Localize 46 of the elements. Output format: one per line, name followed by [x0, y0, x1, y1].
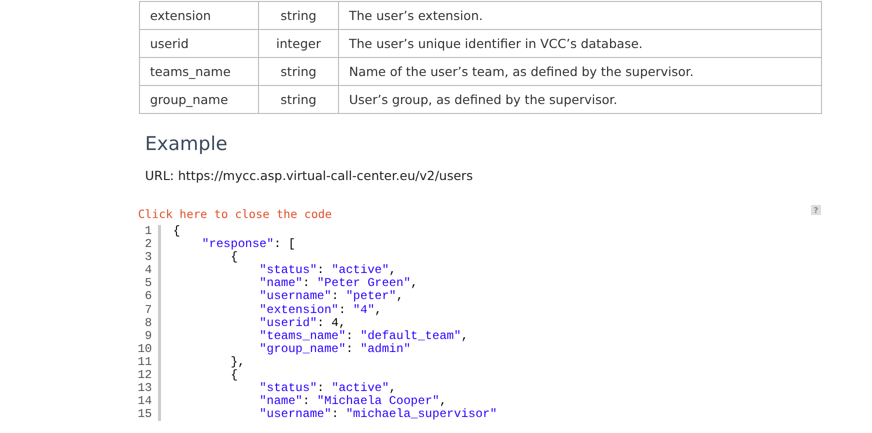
table-cell: extension — [140, 2, 258, 30]
code-line: { — [173, 225, 182, 238]
code-line: "teams_name": "default_team", — [258, 330, 470, 343]
code-line: "name": "Peter Green", — [258, 277, 419, 290]
table-cell: Name of the user’s team, as defined by the supervisor. — [338, 58, 822, 86]
line-number: 4 — [144, 264, 152, 278]
table-cell: userid — [140, 30, 258, 58]
table-cell: User’s group, as defined by the supervisor. — [338, 86, 822, 114]
line-number: 10 — [136, 342, 152, 356]
code-line: "userid": 4, — [258, 316, 347, 330]
table-cell: group_name — [140, 86, 258, 114]
code-line: { — [230, 251, 239, 264]
code-line: "status": "active", — [258, 382, 396, 396]
code-line: "username": "peter", — [258, 290, 404, 304]
code-line: { — [230, 369, 239, 382]
line-number: 15 — [136, 408, 152, 422]
line-number: 14 — [136, 395, 152, 408]
table-cell: string — [258, 58, 338, 86]
table-cell: The user’s extension. — [338, 2, 822, 30]
code-line: "response": [ — [200, 238, 296, 252]
line-number: 5 — [144, 277, 152, 290]
line-number: 13 — [136, 382, 152, 396]
line-number: 7 — [144, 304, 152, 317]
line-number: 11 — [136, 356, 152, 370]
line-number: 9 — [144, 330, 152, 343]
code-line: "name": "Michaela Cooper", — [258, 395, 447, 408]
table-cell: string — [258, 86, 338, 114]
line-number: 6 — [144, 290, 152, 304]
table-cell: integer — [258, 30, 338, 58]
code-line: "group_name": "admin" — [258, 342, 412, 356]
table-cell: The user’s unique identifier in VCC’s database. — [338, 30, 822, 58]
close-code-link[interactable]: Click here to close the code — [138, 207, 332, 221]
line-number: 8 — [144, 316, 152, 330]
line-number: 12 — [136, 369, 152, 382]
section-heading: Example — [145, 132, 228, 156]
url-text: URL: https://mycc.asp.virtual-call-center.eu/v2/users — [145, 167, 474, 185]
table-cell: teams_name — [140, 58, 258, 86]
help-button[interactable]: ? — [811, 205, 821, 215]
line-number: 2 — [144, 238, 152, 252]
line-number: 1 — [144, 225, 152, 238]
line-number: 3 — [144, 251, 152, 264]
code-line: "username": "michaela_supervisor" — [258, 408, 498, 422]
code-line: "extension": "4", — [258, 304, 383, 317]
table-cell: string — [258, 2, 338, 30]
code-line: "status": "active", — [258, 264, 396, 278]
code-line: }, — [230, 356, 246, 369]
